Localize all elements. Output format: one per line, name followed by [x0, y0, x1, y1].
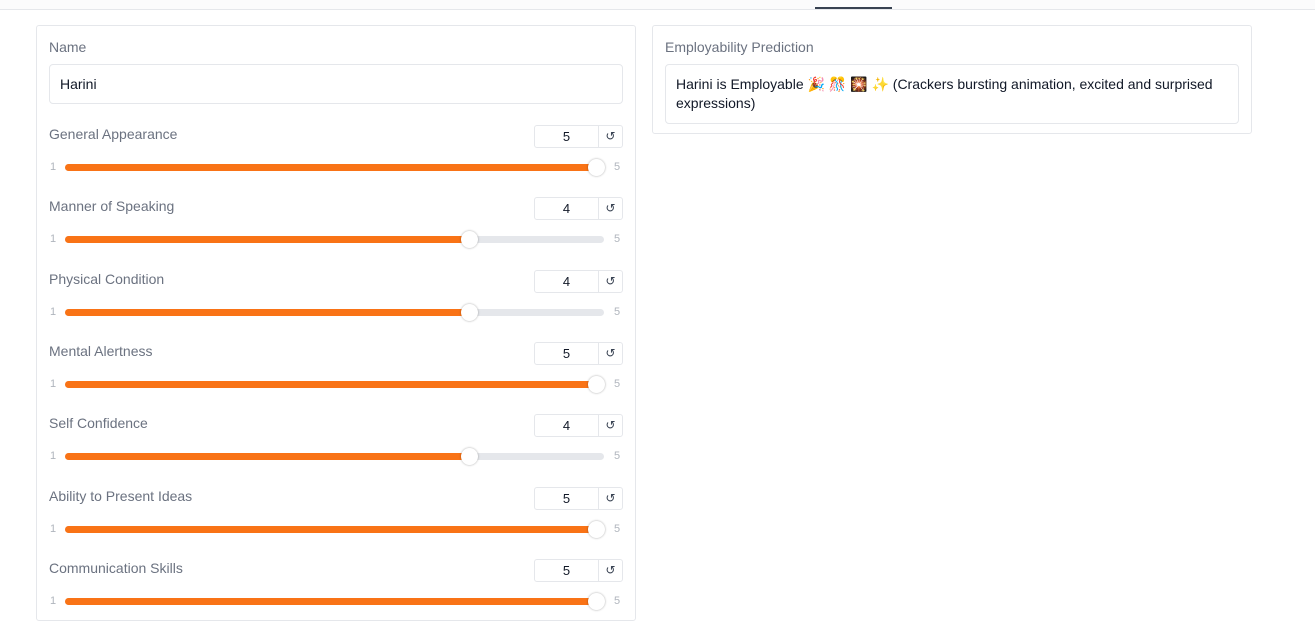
slider-number-input[interactable]: 4 [535, 198, 599, 220]
slider-min-label: 1 [50, 594, 57, 607]
slider-label: General Appearance [49, 126, 178, 142]
slider-track[interactable] [65, 375, 605, 393]
slider-track[interactable] [65, 520, 605, 538]
slider-max-label: 5 [614, 522, 621, 535]
slider-track[interactable] [65, 303, 604, 321]
slider-number-input[interactable]: 5 [535, 487, 599, 509]
slider-number-box: 4 ↺ [534, 269, 623, 293]
slider-fill [65, 164, 604, 171]
slider-label: Communication Skills [49, 559, 183, 576]
slider-fill [65, 525, 604, 533]
slider-communication-skills: Communication Skills 5 ↺ 1 5 [49, 558, 623, 631]
name-label: Name [49, 39, 87, 55]
slider-manner-of-speaking: Manner of Speaking 4 ↺ 1 5 [49, 197, 623, 269]
reset-icon[interactable]: ↺ [599, 271, 622, 292]
reset-icon[interactable]: ↺ [599, 343, 622, 364]
slider-number-input[interactable]: 5 [535, 126, 599, 147]
slider-label: Ability to Present Ideas [49, 487, 193, 504]
output-panel: Employability Prediction Harini is Emplo… [652, 25, 1252, 134]
slider-fill [65, 308, 470, 316]
slider-min-label: 1 [50, 161, 57, 173]
slider-number-input[interactable]: 4 [535, 270, 599, 292]
slider-thumb[interactable] [588, 520, 605, 538]
slider-track[interactable] [65, 231, 604, 249]
slider-max-label: 5 [614, 377, 621, 390]
slider-mental-alertness: Mental Alertness 5 ↺ 1 5 [49, 341, 623, 414]
slider-number-box: 5 ↺ [534, 486, 623, 510]
slider-track[interactable] [65, 592, 605, 610]
prediction-output: Harini is Employable 🎉 🎊 🎇 ✨ (Crackers b… [665, 64, 1239, 124]
slider-thumb[interactable] [588, 159, 605, 176]
slider-thumb[interactable] [461, 303, 479, 321]
top-tab-bar [0, 0, 1315, 10]
reset-icon[interactable]: ↺ [599, 415, 622, 436]
active-tab-indicator [815, 7, 892, 9]
slider-thumb[interactable] [461, 231, 479, 249]
slider-max-label: 5 [614, 161, 621, 173]
slider-number-input[interactable]: 5 [535, 342, 599, 364]
slider-self-confidence: Self Confidence 4 ↺ 1 5 [49, 414, 623, 486]
slider-label: Mental Alertness [49, 342, 153, 359]
slider-min-label: 1 [50, 233, 57, 246]
slider-physical-condition: Physical Condition 4 ↺ 1 5 [49, 269, 623, 342]
slider-min-label: 1 [50, 522, 57, 535]
slider-fill [65, 236, 470, 244]
slider-min-label: 1 [50, 450, 57, 463]
slider-min-label: 1 [50, 377, 57, 390]
prediction-label: Employability Prediction [665, 39, 814, 55]
slider-number-input[interactable]: 5 [535, 559, 599, 581]
reset-icon[interactable]: ↺ [599, 560, 622, 581]
slider-max-label: 5 [614, 233, 621, 246]
reset-icon[interactable]: ↺ [599, 126, 622, 147]
slider-number-box: 4 ↺ [534, 414, 623, 438]
slider-label: Self Confidence [49, 415, 148, 432]
slider-ability-to-present-ideas: Ability to Present Ideas 5 ↺ 1 5 [49, 486, 623, 559]
slider-thumb[interactable] [588, 592, 605, 610]
slider-max-label: 5 [614, 305, 621, 318]
slider-max-label: 5 [614, 450, 621, 463]
reset-icon[interactable]: ↺ [599, 198, 622, 219]
slider-track[interactable] [65, 448, 604, 466]
slider-track[interactable] [65, 159, 605, 176]
input-panel: Name Harini General Appearance 5 ↺ 1 5 Manner… [36, 25, 636, 621]
slider-fill [65, 380, 604, 388]
slider-number-box: 5 ↺ [534, 125, 623, 148]
slider-number-box: 5 ↺ [534, 558, 623, 582]
slider-min-label: 1 [50, 305, 57, 318]
slider-thumb[interactable] [588, 375, 605, 393]
slider-label: Physical Condition [49, 270, 165, 287]
slider-number-input[interactable]: 4 [535, 415, 599, 437]
slider-max-label: 5 [614, 594, 621, 607]
slider-fill [65, 597, 604, 605]
slider-number-box: 4 ↺ [534, 197, 623, 221]
slider-general-appearance: General Appearance 5 ↺ 1 5 [49, 125, 623, 197]
slider-number-box: 5 ↺ [534, 341, 623, 365]
slider-label: Manner of Speaking [49, 198, 175, 215]
slider-thumb[interactable] [461, 448, 479, 466]
reset-icon[interactable]: ↺ [599, 488, 622, 509]
name-input[interactable]: Harini [49, 64, 623, 104]
slider-fill [65, 453, 470, 461]
